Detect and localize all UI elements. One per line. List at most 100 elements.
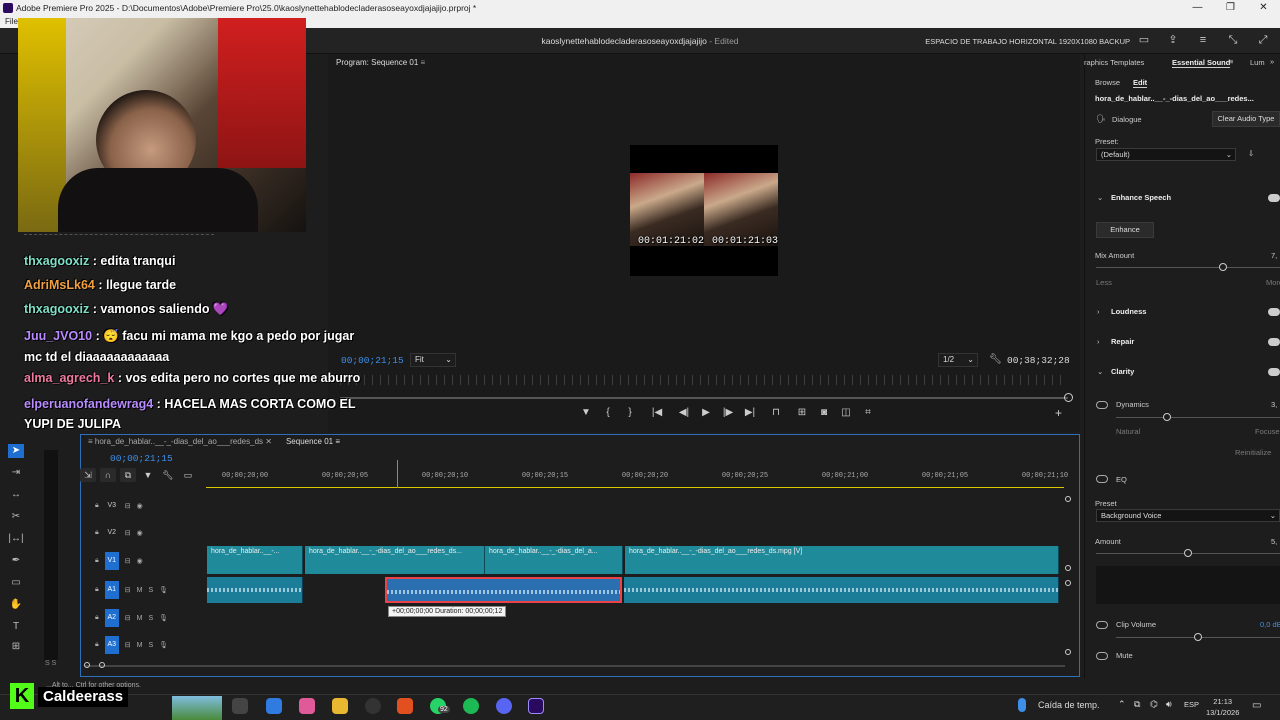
- add-button-icon[interactable]: +: [1055, 406, 1062, 420]
- track-label[interactable]: V1: [104, 552, 119, 570]
- caption-icon[interactable]: ⊞: [8, 640, 24, 654]
- wrench-icon[interactable]: 🔧︎: [989, 354, 1002, 365]
- audio-clip[interactable]: [207, 577, 303, 603]
- restore-button[interactable]: ❐: [1214, 0, 1247, 16]
- lock-icon[interactable]: 🔒︎: [95, 586, 99, 594]
- program-time-ruler[interactable]: [340, 375, 1065, 385]
- track-label[interactable]: A3: [104, 636, 119, 654]
- extract-icon[interactable]: ⊞: [796, 407, 808, 418]
- amount-knob[interactable]: [1184, 549, 1192, 557]
- network-icon[interactable]: ⌬: [1150, 699, 1158, 710]
- pen-icon[interactable]: ✒: [8, 554, 24, 568]
- repair-label[interactable]: Repair: [1111, 337, 1134, 346]
- vr-icon[interactable]: ⌗: [862, 407, 874, 418]
- selection-tool-icon[interactable]: ➤: [8, 444, 24, 458]
- close-button[interactable]: ✕: [1247, 0, 1280, 16]
- notification-icon[interactable]: ▭: [1252, 700, 1261, 711]
- lock-icon[interactable]: 🔒︎: [95, 557, 99, 565]
- track-label[interactable]: A2: [104, 609, 119, 627]
- type-icon[interactable]: T: [8, 620, 24, 634]
- preset-select[interactable]: (Default) ⌄: [1096, 148, 1236, 161]
- store-icon[interactable]: [266, 698, 282, 714]
- track-zoom-handle[interactable]: [1065, 649, 1071, 655]
- panel-overflow-icon[interactable]: »: [1270, 57, 1274, 66]
- reinitialize-button[interactable]: Reinitialize: [1235, 448, 1271, 457]
- tray-chevron-icon[interactable]: ⌃: [1118, 699, 1126, 710]
- work-area-bar[interactable]: [206, 487, 1064, 488]
- clear-audio-type-button[interactable]: Clear Audio Type: [1212, 111, 1280, 127]
- clip-volume-value[interactable]: 0,0 dB: [1260, 620, 1280, 629]
- video-clip[interactable]: hora_de_hablar..__-...: [207, 546, 303, 574]
- program-scrub-bar[interactable]: [340, 397, 1068, 399]
- weather-text[interactable]: Caída de temp.: [1038, 700, 1100, 710]
- zoom-select[interactable]: Fit ⌄: [410, 353, 456, 367]
- mix-amount-value[interactable]: 7,: [1271, 251, 1277, 260]
- solo-toggle[interactable]: S: [148, 615, 153, 622]
- clarity-label[interactable]: Clarity: [1111, 367, 1134, 376]
- timeline-horizontal-scroll[interactable]: [84, 665, 1065, 667]
- track-label[interactable]: A1: [104, 581, 119, 599]
- chevron-right-icon[interactable]: ›: [1097, 337, 1100, 346]
- workspace-name[interactable]: ESPACIO DE TRABAJO HORIZONTAL 1920X1080 …: [925, 37, 1130, 46]
- ripple-edit-icon[interactable]: ↔: [8, 488, 24, 502]
- nest-icon[interactable]: ⇲: [80, 468, 96, 482]
- scroll-right-handle[interactable]: [99, 662, 105, 668]
- tab-lumetri[interactable]: Lum: [1250, 58, 1265, 67]
- mark-out-icon[interactable]: }: [624, 407, 636, 418]
- chevron-right-icon[interactable]: ›: [1097, 307, 1100, 316]
- panel-menu-icon[interactable]: ≡: [1229, 57, 1233, 66]
- timeline-ruler[interactable]: 00;00;20;00 00;00;20;05 00;00;20;10 00;0…: [206, 470, 1068, 488]
- tab-sequence[interactable]: Sequence 01 ≡: [286, 437, 340, 446]
- premiere-taskbar-icon[interactable]: [528, 698, 544, 714]
- task-view-icon[interactable]: [232, 698, 248, 714]
- volume-icon[interactable]: 🔊︎: [1166, 699, 1172, 710]
- video-clip[interactable]: hora_de_hablar..__-_-dias_del_ao___redes…: [305, 546, 485, 574]
- sync-icon[interactable]: ⊟: [125, 557, 131, 565]
- dynamics-slider[interactable]: [1116, 417, 1280, 418]
- lock-icon[interactable]: 🔒︎: [95, 641, 99, 649]
- eq-toggle[interactable]: [1096, 475, 1108, 483]
- repair-toggle[interactable]: [1268, 338, 1280, 346]
- sync-icon[interactable]: ⊟: [125, 641, 131, 649]
- mute-toggle[interactable]: [1096, 652, 1108, 660]
- go-to-out-icon[interactable]: ▶|: [744, 407, 756, 418]
- obs-icon[interactable]: [365, 698, 381, 714]
- lift-icon[interactable]: ⊓: [766, 407, 786, 418]
- snap-icon[interactable]: ∩: [100, 468, 116, 482]
- track-label[interactable]: V3: [105, 497, 119, 515]
- clip-volume-toggle[interactable]: [1096, 621, 1108, 629]
- mix-amount-knob[interactable]: [1219, 263, 1227, 271]
- mic-icon[interactable]: 🎙︎: [159, 641, 168, 649]
- scroll-left-handle[interactable]: [84, 662, 90, 668]
- save-preset-icon[interactable]: ⇩: [1248, 149, 1254, 158]
- collapse-icon[interactable]: ⤡: [1226, 34, 1240, 46]
- mute-toggle[interactable]: M: [137, 642, 143, 649]
- clock[interactable]: 21:13 13/1/2026: [1206, 696, 1239, 718]
- share-icon[interactable]: ⇪: [1166, 34, 1180, 46]
- timeline-timecode[interactable]: 00;00;21;15: [110, 453, 173, 464]
- mute-toggle[interactable]: M: [137, 615, 143, 622]
- play-icon[interactable]: ▶: [700, 407, 712, 418]
- amount-value[interactable]: 5,: [1271, 537, 1277, 546]
- razor-icon[interactable]: ✂: [8, 510, 24, 524]
- mic-icon[interactable]: 🎙︎: [159, 614, 168, 622]
- eq-preset-select[interactable]: Background Voice ⌄: [1096, 509, 1280, 522]
- video-clip[interactable]: hora_de_hablar..__-_-dias_del_a...: [485, 546, 623, 574]
- language-indicator[interactable]: ESP: [1184, 700, 1199, 709]
- video-clip[interactable]: hora_de_hablar..__-_-dias_del_ao___redes…: [625, 546, 1059, 574]
- rectangle-icon[interactable]: ▭: [8, 576, 24, 590]
- sync-icon[interactable]: ⊟: [125, 502, 131, 510]
- loudness-toggle[interactable]: [1268, 308, 1280, 316]
- mix-amount-slider[interactable]: [1096, 267, 1280, 268]
- clip-volume-knob[interactable]: [1194, 633, 1202, 641]
- audio-clip[interactable]: [624, 577, 1059, 603]
- app-icon[interactable]: [299, 698, 315, 714]
- tray-icon[interactable]: ⧉: [1134, 699, 1140, 710]
- linked-select-icon[interactable]: ⧉: [120, 468, 136, 482]
- go-to-in-icon[interactable]: |◀: [646, 407, 668, 418]
- sync-icon[interactable]: ⊟: [125, 586, 131, 594]
- compare-icon[interactable]: ◫: [840, 407, 852, 418]
- track-zoom-handle[interactable]: [1065, 565, 1071, 571]
- video-preview[interactable]: 00:01:21:02 00:01:21:03: [630, 145, 778, 276]
- settings-wrench-icon[interactable]: 🔧︎: [160, 468, 176, 482]
